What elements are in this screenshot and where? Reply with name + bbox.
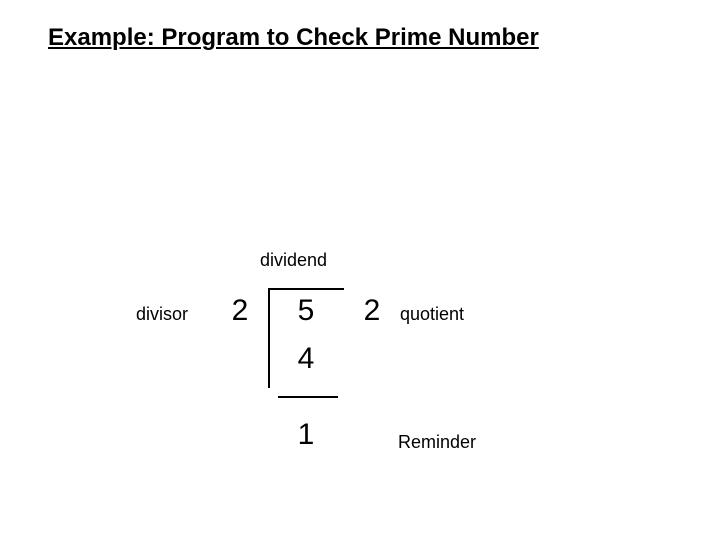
- label-reminder: Reminder: [398, 432, 476, 453]
- page-title: Example: Program to Check Prime Number: [48, 24, 539, 52]
- value-quotient: 2: [352, 294, 392, 328]
- value-dividend: 5: [286, 294, 326, 328]
- page: Example: Program to Check Prime Number d…: [0, 0, 720, 540]
- division-bracket-vertical: [268, 288, 270, 388]
- value-multiple: 4: [286, 342, 326, 376]
- value-divisor: 2: [220, 294, 260, 328]
- label-quotient: quotient: [400, 304, 464, 325]
- subtraction-line: [278, 396, 338, 398]
- label-dividend: dividend: [260, 250, 327, 271]
- value-remainder: 1: [286, 418, 326, 452]
- label-divisor: divisor: [136, 304, 188, 325]
- division-bracket-horizontal: [268, 288, 344, 290]
